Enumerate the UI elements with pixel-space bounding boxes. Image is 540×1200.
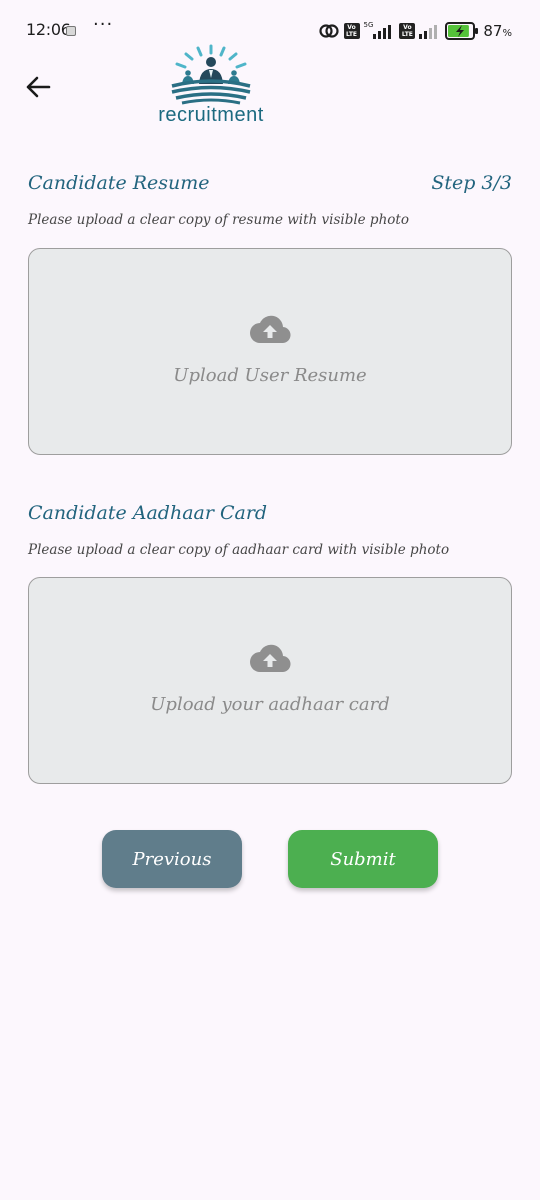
resume-hint: Please upload a clear copy of resume wit…	[28, 212, 409, 228]
resume-upload-label: Upload User Resume	[173, 365, 367, 386]
battery-charging-icon	[445, 22, 479, 40]
logo-text: recruitment	[158, 104, 264, 126]
logo-emblem-icon	[171, 44, 251, 105]
aadhaar-section-title: Candidate Aadhaar Card	[28, 502, 268, 524]
aadhaar-upload-label: Upload your aadhaar card	[150, 694, 390, 715]
battery-percent: 87%	[483, 22, 512, 40]
step-indicator: Step 3/3	[431, 172, 512, 194]
aadhaar-upload-area[interactable]: Upload your aadhaar card	[28, 577, 512, 784]
status-time: 12:06	[26, 20, 71, 39]
status-icons: Vo LTE 5G Vo LTE 87%	[318, 20, 512, 42]
link-icon	[318, 24, 339, 38]
arrow-left-icon	[26, 76, 51, 98]
cloud-upload-icon	[250, 644, 291, 673]
submit-button[interactable]: Submit	[288, 830, 438, 888]
resume-section-title: Candidate Resume	[28, 172, 210, 194]
notification-icon	[66, 26, 76, 36]
volte-badge: Vo LTE	[343, 23, 360, 39]
app-logo: recruitment	[150, 44, 272, 128]
resume-upload-area[interactable]: Upload User Resume	[28, 248, 512, 455]
signal-strength-icon	[373, 25, 392, 39]
back-button[interactable]	[20, 70, 56, 104]
cloud-upload-icon	[250, 315, 291, 344]
previous-button[interactable]: Previous	[102, 830, 242, 888]
more-notifications-icon: ···	[93, 14, 114, 35]
aadhaar-hint: Please upload a clear copy of aadhaar ca…	[28, 542, 450, 558]
network-5g-label: 5G	[363, 21, 374, 29]
signal-strength-2-icon	[419, 25, 438, 39]
volte-badge-2: Vo LTE	[399, 23, 416, 39]
